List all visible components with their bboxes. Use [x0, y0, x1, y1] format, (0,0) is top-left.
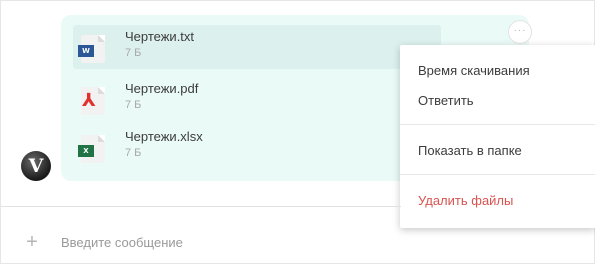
file-attachment-xlsx[interactable]: X Чертежи.xlsx 7 Б: [73, 125, 441, 169]
file-attachment-pdf[interactable]: ⅄ Чертежи.pdf 7 Б: [73, 77, 441, 121]
avatar[interactable]: V: [21, 151, 51, 181]
menu-item-download-time[interactable]: Время скачивания: [418, 63, 530, 78]
file-name: Чертежи.txt: [125, 29, 195, 44]
chat-window: W Чертежи.txt 7 Б ⅄ Чертежи.pdf 7 Б X Че…: [0, 0, 595, 264]
message-input[interactable]: [55, 231, 397, 253]
more-options-button[interactable]: ···: [508, 20, 532, 44]
menu-divider: [400, 174, 595, 175]
menu-divider: [400, 124, 595, 125]
word-badge: W: [78, 45, 94, 57]
file-size: 7 Б: [125, 99, 142, 111]
add-attachment-icon[interactable]: +: [23, 232, 41, 252]
excel-icon: X: [78, 135, 105, 163]
menu-item-show-in-folder[interactable]: Показать в папке: [418, 143, 522, 158]
file-attachment-txt[interactable]: W Чертежи.txt 7 Б: [73, 25, 441, 69]
composer-divider: [1, 206, 401, 207]
file-name: Чертежи.xlsx: [125, 129, 203, 144]
excel-badge: X: [78, 145, 94, 157]
pdf-icon: ⅄: [81, 87, 105, 115]
file-name: Чертежи.pdf: [125, 81, 199, 96]
file-size: 7 Б: [125, 147, 142, 159]
menu-item-delete-files[interactable]: Удалить файлы: [418, 193, 513, 208]
file-size: 7 Б: [125, 47, 142, 59]
context-menu: Время скачивания Ответить Показать в пап…: [400, 45, 595, 228]
word-doc-icon: W: [78, 35, 105, 63]
menu-item-reply[interactable]: Ответить: [418, 93, 474, 108]
pdf-glyph: ⅄: [82, 90, 96, 110]
